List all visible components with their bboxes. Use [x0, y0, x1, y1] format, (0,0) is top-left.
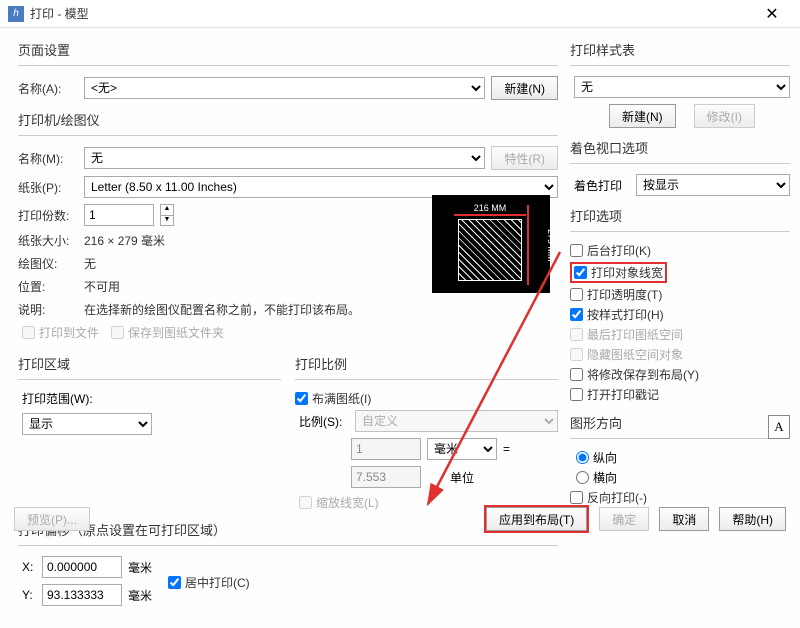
preview-button: 预览(P)...: [14, 507, 90, 531]
shade-select[interactable]: 按显示: [636, 174, 790, 196]
desc-label: 说明:: [18, 301, 78, 318]
orientation-group: 图形方向 纵向 横向 反向打印(-) A: [570, 413, 790, 506]
save-to-folder-checkbox: [111, 326, 124, 339]
print-area-group: 打印区域 打印范围(W): 显示: [18, 354, 281, 514]
lineweight-label: 打印对象线宽: [591, 264, 663, 281]
viewport-group: 着色视口选项 着色打印按显示: [570, 138, 790, 196]
offset-x-label: X:: [22, 560, 36, 574]
last-paperspace-label: 最后打印图纸空间: [587, 326, 683, 343]
landscape-radio[interactable]: [576, 471, 589, 484]
page-setup-header: 页面设置: [18, 40, 558, 59]
portrait-radio[interactable]: [576, 451, 589, 464]
center-print-checkbox[interactable]: [168, 576, 181, 589]
print-to-file-checkbox: [22, 326, 35, 339]
title-bar: h 打印 - 模型 ✕: [0, 0, 800, 28]
desc-value: 在选择新的绘图仪配置名称之前，不能打印该布局。: [84, 301, 558, 318]
by-style-label: 按样式打印(H): [587, 306, 664, 323]
printer-name-label: 名称(M):: [18, 150, 78, 167]
offset-x-unit: 毫米: [128, 559, 152, 576]
landscape-label: 横向: [593, 469, 617, 486]
options-header: 打印选项: [570, 206, 790, 225]
app-icon: h: [8, 6, 24, 22]
center-print-label: 居中打印(C): [185, 574, 250, 591]
hide-paperspace-label: 隐藏图纸空间对象: [587, 346, 683, 363]
transparency-label: 打印透明度(T): [587, 286, 662, 303]
stamp-checkbox[interactable]: [570, 388, 583, 401]
offset-y-label: Y:: [22, 588, 36, 602]
printer-properties-button: 特性(R): [491, 146, 558, 170]
position-label: 位置:: [18, 278, 78, 295]
range-label: 打印范围(W):: [22, 390, 93, 407]
hide-paperspace-checkbox: [570, 348, 583, 361]
styles-header: 打印样式表: [570, 40, 790, 59]
print-scale-group: 打印比例 布满图纸(I) 比例(S):自定义 毫米= 单位 缩放线宽(L): [295, 354, 558, 514]
page-setup-name-select[interactable]: <无>: [84, 77, 485, 99]
ok-button: 确定: [599, 507, 649, 531]
options-group: 打印选项 后台打印(K) 打印对象线宽 打印透明度(T) 按样式打印(H) 最后…: [570, 206, 790, 403]
equals-label: =: [503, 442, 510, 456]
save-layout-label: 将修改保存到布局(Y): [587, 366, 699, 383]
portrait-label: 纵向: [593, 449, 617, 466]
offset-x-input[interactable]: [42, 556, 122, 578]
stamp-label: 打开打印戳记: [587, 386, 659, 403]
transparency-checkbox[interactable]: [570, 288, 583, 301]
reverse-checkbox[interactable]: [570, 491, 583, 504]
apply-to-layout-button[interactable]: 应用到布局(T): [486, 507, 587, 531]
style-table-select[interactable]: 无: [574, 76, 790, 98]
range-select[interactable]: 显示: [22, 413, 152, 435]
footer-buttons: 预览(P)... 应用到布局(T) 确定 取消 帮助(H): [0, 505, 800, 533]
copies-input[interactable]: [84, 204, 154, 226]
save-to-folder-label: 保存到图纸文件夹: [128, 324, 224, 341]
fit-to-paper-label: 布满图纸(I): [312, 390, 371, 407]
preview-height-label: 279 MM: [546, 205, 556, 285]
printer-name-select[interactable]: 无: [84, 147, 485, 169]
style-new-button[interactable]: 新建(N): [609, 104, 676, 128]
plotter-label: 绘图仪:: [18, 255, 78, 272]
style-edit-button: 修改(I): [694, 104, 755, 128]
styles-group: 打印样式表 无 新建(N) 修改(I): [570, 40, 790, 128]
ratio-label: 比例(S):: [299, 413, 349, 430]
plotter-value: 无: [84, 255, 96, 272]
offset-y-input[interactable]: [42, 584, 122, 606]
paper-size-value: 216 × 279 毫米: [84, 232, 165, 249]
preview-width-label: 216 MM: [454, 203, 526, 213]
bg-print-label: 后台打印(K): [587, 242, 651, 259]
area-header: 打印区域: [18, 354, 281, 373]
vp-header: 着色视口选项: [570, 138, 790, 157]
scale-header: 打印比例: [295, 354, 558, 373]
orient-header: 图形方向: [570, 413, 790, 432]
fit-to-paper-checkbox[interactable]: [295, 392, 308, 405]
paper-size-label: 纸张大小:: [18, 232, 78, 249]
scale-den-input: [351, 466, 421, 488]
shade-label: 着色打印: [574, 177, 630, 194]
scale-num-input: [351, 438, 421, 460]
unit-label: 单位: [427, 469, 497, 486]
copies-spinner[interactable]: ▲▼: [160, 204, 174, 226]
paper-label: 纸张(P):: [18, 179, 78, 196]
page-setup-name-label: 名称(A):: [18, 80, 78, 97]
page-setup-new-button[interactable]: 新建(N): [491, 76, 558, 100]
paper-preview: 216 MM 279 MM: [432, 195, 550, 293]
help-button[interactable]: 帮助(H): [719, 507, 786, 531]
cancel-button[interactable]: 取消: [659, 507, 709, 531]
bg-print-checkbox[interactable]: [570, 244, 583, 257]
orientation-icon: A: [768, 415, 790, 439]
position-value: 不可用: [84, 278, 120, 295]
offset-y-unit: 毫米: [128, 587, 152, 604]
window-title: 打印 - 模型: [30, 5, 752, 22]
reverse-label: 反向打印(-): [587, 489, 647, 506]
save-layout-checkbox[interactable]: [570, 368, 583, 381]
offset-group: 打印偏移（原点设置在可打印区域） X:毫米 Y:毫米 居中打印(C): [18, 520, 558, 612]
ratio-select: 自定义: [355, 410, 558, 432]
lineweight-checkbox[interactable]: [574, 266, 587, 279]
by-style-checkbox[interactable]: [570, 308, 583, 321]
print-to-file-label: 打印到文件: [39, 324, 99, 341]
printer-header: 打印机/绘图仪: [18, 110, 558, 129]
last-paperspace-checkbox: [570, 328, 583, 341]
close-button[interactable]: ✕: [752, 4, 792, 24]
page-setup-group: 页面设置 名称(A): <无> 新建(N): [18, 40, 558, 100]
scale-unit-select[interactable]: 毫米: [427, 438, 497, 460]
copies-label: 打印份数:: [18, 207, 78, 224]
